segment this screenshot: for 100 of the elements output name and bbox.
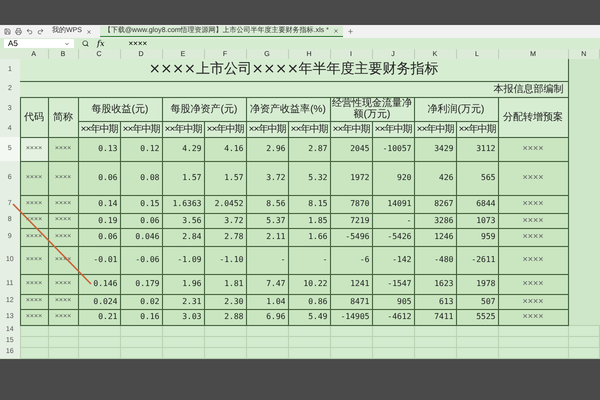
- table-cell: 0.146: [78, 274, 120, 294]
- compiler-note: 本报信息部编制: [20, 81, 568, 97]
- table-cell: 8471: [330, 294, 372, 309]
- table-cell: ××××: [498, 294, 568, 309]
- table-cell: -1547: [372, 274, 414, 294]
- table-cell: 0.12: [120, 137, 162, 161]
- table-cell: 2.78: [204, 228, 246, 246]
- table-cell: 2045: [330, 137, 372, 161]
- header-cell: ××年中期: [162, 121, 204, 137]
- table-cell: 1.57: [162, 161, 204, 195]
- table-cell: 2.88: [204, 309, 246, 325]
- table-cell: -0.06: [120, 246, 162, 274]
- table-cell: 613: [414, 294, 456, 309]
- table-cell: -1.10: [204, 246, 246, 274]
- table-cell: 10.22: [288, 274, 330, 294]
- header-cell: ××年中期: [414, 121, 456, 137]
- table-cell: 0.16: [120, 309, 162, 325]
- table-cell: 2.84: [162, 228, 204, 246]
- dropdown-icon[interactable]: [64, 40, 70, 46]
- table-cell: -14905: [330, 309, 372, 325]
- function-label[interactable]: fx: [97, 38, 104, 50]
- table-cell: 1.66: [288, 228, 330, 246]
- header-cell: ××年中期: [120, 121, 162, 137]
- header-cell: ××年中期: [204, 121, 246, 137]
- header-cell: ××年中期: [330, 121, 372, 137]
- table-cell: -6: [330, 246, 372, 274]
- table-cell: 4.29: [162, 137, 204, 161]
- table-cell: 8.56: [246, 195, 288, 213]
- table-cell: 959: [456, 228, 498, 246]
- table-cell: -142: [372, 246, 414, 274]
- table-cell: 0.06: [120, 213, 162, 228]
- table-cell: 7411: [414, 309, 456, 325]
- table-cell: ××××: [498, 309, 568, 325]
- table-cell: 1.6363: [162, 195, 204, 213]
- table-cell: 3286: [414, 213, 456, 228]
- table-cell: 2.30: [204, 294, 246, 309]
- table-cell: 2.87: [288, 137, 330, 161]
- table-cell: 8267: [414, 195, 456, 213]
- table-cell: -5426: [372, 228, 414, 246]
- table-cell: 5.37: [246, 213, 288, 228]
- print-icon[interactable]: [15, 28, 22, 35]
- table-cell: 0.179: [120, 274, 162, 294]
- table-cell: -4612: [372, 309, 414, 325]
- table-cell: -10057: [372, 137, 414, 161]
- header-cell: 每股净资产(元): [162, 97, 246, 121]
- table-cell: 1978: [456, 274, 498, 294]
- table-cell: -480: [414, 246, 456, 274]
- table-cell: 3.03: [162, 309, 204, 325]
- search-icon[interactable]: [82, 40, 89, 47]
- table-cell: 2.31: [162, 294, 204, 309]
- header-cell: 净利润(万元): [414, 97, 498, 121]
- formula-field[interactable]: ××××: [128, 38, 148, 50]
- table-cell: 0.06: [78, 161, 120, 195]
- table-cell: 0.15: [120, 195, 162, 213]
- table-cell: 5525: [456, 309, 498, 325]
- table-cell: -: [372, 213, 414, 228]
- table-cell: 5.32: [288, 161, 330, 195]
- table-cell: 1.04: [246, 294, 288, 309]
- table-cell: ××××: [498, 274, 568, 294]
- undo-icon[interactable]: [26, 28, 33, 35]
- header-cell: 分配转增预案: [498, 97, 568, 137]
- table-cell: 7219: [330, 213, 372, 228]
- table-cell: 3.72: [246, 161, 288, 195]
- table-cell: 1.85: [288, 213, 330, 228]
- header-cell: 经营性现金流量净额(万元): [330, 97, 414, 121]
- table-cell: 1623: [414, 274, 456, 294]
- table-cell: ××××: [498, 246, 568, 274]
- table-cell: 0.19: [78, 213, 120, 228]
- table-cell: 1.57: [204, 161, 246, 195]
- table-cell: -2611: [456, 246, 498, 274]
- table-cell: ××××: [498, 195, 568, 213]
- table-cell: 7.47: [246, 274, 288, 294]
- table-cell: 0.06: [78, 228, 120, 246]
- table-cell: ××××: [498, 228, 568, 246]
- table-cell: -: [246, 246, 288, 274]
- table-cell: 0.046: [120, 228, 162, 246]
- name-box[interactable]: A5: [4, 39, 74, 48]
- table-cell: 507: [456, 294, 498, 309]
- save-icon[interactable]: [4, 28, 11, 35]
- close-icon[interactable]: [86, 28, 92, 34]
- header-cell: 简称: [48, 97, 78, 137]
- table-cell: 0.13: [78, 137, 120, 161]
- table-cell: -5496: [330, 228, 372, 246]
- table-cell: 0.14: [78, 195, 120, 213]
- table-cell: 6.96: [246, 309, 288, 325]
- new-tab-icon[interactable]: [346, 28, 354, 35]
- table-cell: 3.72: [204, 213, 246, 228]
- table-cell: ××××: [498, 213, 568, 228]
- table-cell: 0.024: [78, 294, 120, 309]
- table-cell: 3.56: [162, 213, 204, 228]
- header-cell: 净资产收益率(%): [246, 97, 330, 121]
- table-cell: 3112: [456, 137, 498, 161]
- table-cell: 7870: [330, 195, 372, 213]
- close-icon[interactable]: [332, 28, 339, 34]
- table-cell: 1246: [414, 228, 456, 246]
- header-cell: 代码: [20, 97, 48, 137]
- header-cell: ××年中期: [78, 121, 120, 137]
- redo-icon[interactable]: [37, 28, 44, 35]
- table-cell: 0.02: [120, 294, 162, 309]
- table-cell: 905: [372, 294, 414, 309]
